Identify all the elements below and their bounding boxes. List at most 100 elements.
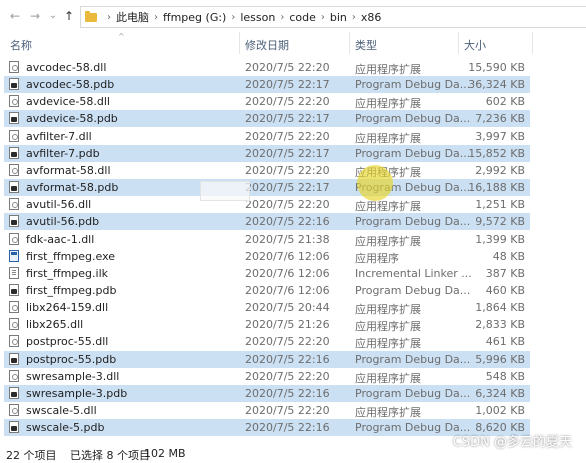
column-header-type[interactable]: 类型	[355, 37, 377, 53]
back-arrow-icon[interactable]: ←	[8, 9, 22, 23]
breadcrumb-code[interactable]: code	[289, 11, 316, 24]
file-size: 461 KB	[485, 335, 525, 349]
file-row[interactable]: avcodec-58.dll 2020/7/5 22:20 应用程序扩展 15,590…	[4, 59, 530, 76]
file-row[interactable]: avcodec-58.pdb 2020/7/5 22:17 Program Debu…	[4, 76, 530, 94]
file-name: postproc-55.pdb	[26, 352, 117, 366]
file-type: Program Debug Da...	[355, 386, 471, 400]
file-size: 387 KB	[485, 266, 525, 280]
column-divider[interactable]	[239, 32, 240, 54]
file-name: libx265.dll	[26, 318, 84, 332]
pdb-file-icon	[9, 386, 19, 399]
file-date: 2020/7/5 22:20	[245, 95, 330, 109]
file-date: 2020/7/5 21:26	[245, 318, 330, 332]
file-name: avutil-56.pdb	[26, 215, 100, 229]
file-type: 应用程序扩展	[355, 406, 421, 419]
file-date: 2020/7/5 22:16	[245, 386, 330, 400]
file-row[interactable]: libx265.dll 2020/7/5 21:26 应用程序扩展 2,833 KB	[4, 316, 530, 333]
chevron-right-icon: ›	[107, 11, 111, 23]
file-date: 2020/7/5 22:17	[245, 146, 330, 160]
file-size: 6,324 KB	[475, 386, 525, 400]
file-size: 9,572 KB	[475, 215, 525, 229]
dll-file-icon	[9, 335, 19, 348]
file-row[interactable]: libx264-159.dll 2020/7/5 20:44 应用程序扩展 1,864…	[4, 299, 530, 316]
column-divider[interactable]	[532, 32, 533, 54]
chevron-right-icon: ›	[351, 11, 356, 23]
file-row[interactable]: avutil-56.pdb 2020/7/5 22:16 Program Debug…	[4, 213, 530, 231]
file-date: 2020/7/5 22:20	[245, 369, 330, 383]
chevron-right-icon: ›	[320, 11, 325, 23]
file-type: 应用程序扩展	[355, 63, 421, 76]
file-row[interactable]: swscale-5.dll 2020/7/5 22:20 应用程序扩展 1,002 K…	[4, 402, 530, 419]
file-name: swresample-3.dll	[26, 369, 120, 383]
file-date: 2020/7/6 12:06	[245, 266, 330, 280]
file-size: 460 KB	[485, 283, 525, 297]
address-bar[interactable]: › 此电脑 › ffmpeg (G:) › lesson › code › bi…	[80, 6, 586, 28]
file-size: 548 KB	[485, 369, 525, 383]
sort-ascending-icon: ^	[118, 32, 125, 41]
file-name: avformat-58.dll	[26, 163, 111, 177]
file-date: 2020/7/5 20:44	[245, 301, 330, 315]
recent-locations-chevron-icon[interactable]: ⌄	[46, 9, 60, 23]
column-divider[interactable]	[458, 32, 459, 54]
file-row[interactable]: avfilter-7.dll 2020/7/5 22:20 应用程序扩展 3,997 …	[4, 128, 530, 145]
dll-file-icon	[9, 198, 19, 211]
file-row[interactable]: avfilter-7.pdb 2020/7/5 22:17 Program Debu…	[4, 144, 530, 162]
file-row[interactable]: avformat-58.dll2020/7/5 22:20应用程序扩展2,992…	[4, 162, 530, 179]
column-header-date[interactable]: 修改日期	[245, 37, 289, 53]
file-row[interactable]: first_ffmpeg.pdb 2020/7/6 12:06 Program De…	[4, 282, 530, 299]
chevron-right-icon: ›	[154, 11, 158, 23]
file-type: 应用程序扩展	[355, 200, 421, 214]
file-size: 1,002 KB	[475, 404, 525, 417]
file-size: 2,992 KB	[475, 163, 525, 177]
file-row[interactable]: swresample-3.dll 2020/7/5 22:20 应用程序扩展 548 …	[4, 368, 530, 385]
file-date: 2020/7/5 22:17	[245, 112, 330, 126]
watermark: CSDN @多云的夏天	[452, 435, 572, 450]
file-date: 2020/7/5 22:16	[245, 352, 330, 366]
file-type: Program Debug Da...	[355, 352, 471, 366]
file-row[interactable]: postproc-55.dll 2020/7/5 22:20 应用程序扩展 461 K…	[4, 333, 530, 350]
breadcrumb-x86[interactable]: x86	[361, 11, 382, 24]
column-divider[interactable]	[349, 32, 350, 54]
file-name: avdevice-58.pdb	[26, 112, 118, 126]
breadcrumb-lesson[interactable]: lesson	[240, 11, 275, 24]
file-size: 15,852 KB	[468, 146, 525, 160]
file-row[interactable]: swresample-3.pdb 2020/7/5 22:16 Program De…	[4, 384, 530, 402]
file-date: 2020/7/5 22:17	[245, 78, 330, 92]
file-row[interactable]: avdevice-58.dll 2020/7/5 22:20 应用程序扩展 602 K…	[4, 93, 530, 110]
up-arrow-icon[interactable]: ↑	[62, 9, 76, 23]
file-type: Program Debug Da...	[355, 215, 471, 229]
file-name: fdk-aac-1.dll	[26, 232, 95, 246]
breadcrumb-this-pc[interactable]: 此电脑	[116, 9, 149, 25]
ilk-file-icon	[9, 266, 19, 279]
dll-file-icon	[9, 369, 19, 382]
file-size: 16,188 KB	[468, 181, 525, 195]
file-name: postproc-55.dll	[26, 335, 109, 349]
pdb-file-icon	[9, 421, 19, 434]
file-date: 2020/7/5 22:20	[245, 335, 330, 349]
file-row[interactable]: first_ffmpeg.ilk 2020/7/6 12:06 Incrementa…	[4, 265, 530, 282]
file-row[interactable]: fdk-aac-1.dll 2020/7/5 21:38 应用程序扩展 1,399 K…	[4, 231, 530, 248]
folder-icon	[85, 10, 97, 22]
file-row[interactable]: first_ffmpeg.exe 2020/7/6 12:06 应用程序 48 KB	[4, 248, 530, 265]
file-name: first_ffmpeg.ilk	[26, 266, 109, 280]
file-row[interactable]: avdevice-58.pdb 2020/7/5 22:17 Program Deb…	[4, 110, 530, 128]
file-row[interactable]: avformat-58.pdb 2020/7/5 22:17 Program Deb…	[4, 179, 530, 197]
column-header-size[interactable]: 大小	[464, 37, 486, 53]
breadcrumb-drive[interactable]: ffmpeg (G:)	[163, 11, 226, 24]
forward-arrow-icon[interactable]: →	[28, 9, 42, 23]
file-date: 2020/7/6 12:06	[245, 249, 330, 263]
file-date: 2020/7/5 22:16	[245, 215, 330, 229]
chevron-right-icon: ›	[231, 11, 236, 23]
file-date: 2020/7/5 22:17	[245, 181, 330, 195]
selected-size: 102 MB	[144, 447, 186, 460]
file-name: avcodec-58.pdb	[26, 78, 115, 92]
file-row[interactable]: swscale-5.pdb 2020/7/5 22:16 Program Debug…	[4, 419, 530, 437]
file-row[interactable]: postproc-55.pdb 2020/7/5 22:16 Program Deb…	[4, 350, 530, 368]
file-type: Program Debug Da...	[355, 283, 471, 297]
breadcrumb-bin[interactable]: bin	[330, 11, 347, 24]
file-date: 2020/7/5 22:16	[245, 421, 330, 435]
file-row[interactable]: avutil-56.dll 2020/7/5 22:20 应用程序扩展 1,251 K…	[4, 196, 530, 213]
column-header-name[interactable]: 名称	[10, 37, 32, 53]
file-name: libx264-159.dll	[26, 301, 109, 315]
file-size: 36,324 KB	[468, 78, 525, 92]
